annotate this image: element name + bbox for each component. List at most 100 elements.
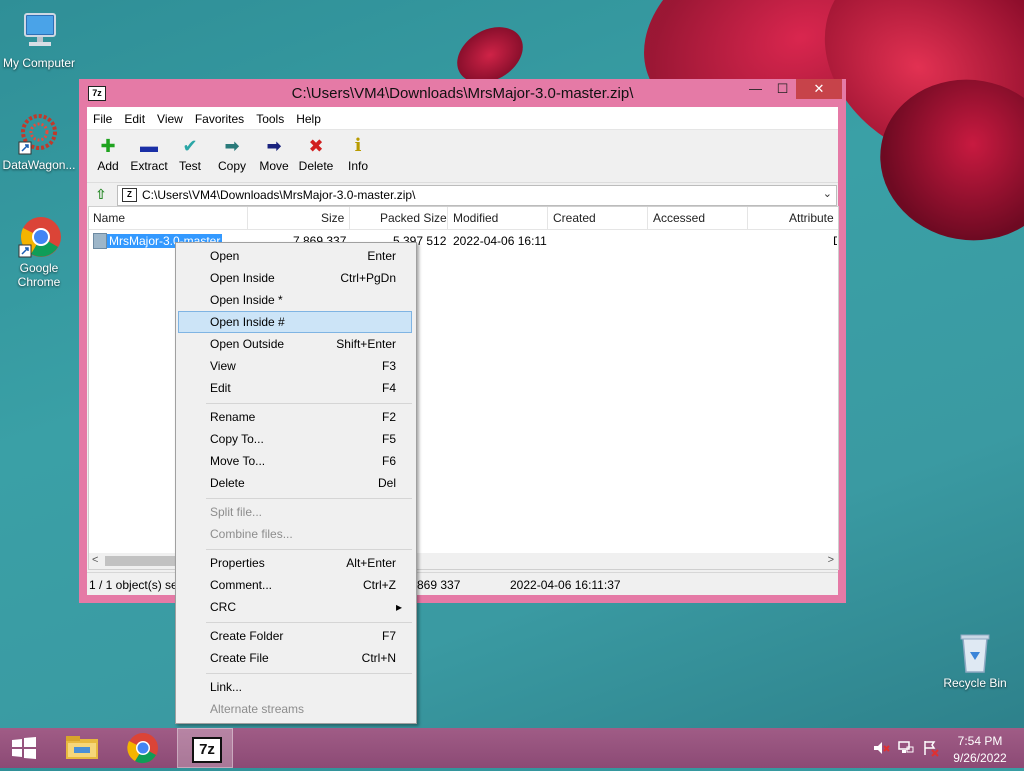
desktop-icon-label: DataWagon... <box>2 158 76 172</box>
desktop-icon-google-chrome[interactable]: Google Chrome <box>1 215 77 289</box>
move-button[interactable]: ➡ Move <box>253 136 295 173</box>
desktop-icon-datawagon[interactable]: DataWagon... <box>1 112 77 172</box>
menu-separator <box>206 549 412 550</box>
up-folder-icon[interactable]: ⇧ <box>93 186 109 202</box>
menu-file[interactable]: File <box>87 107 118 128</box>
desktop-icon-label: Recycle Bin <box>943 676 1007 690</box>
close-button[interactable]: ✕ <box>796 79 842 99</box>
7zip-icon: 7z <box>192 737 222 763</box>
menu-tools[interactable]: Tools <box>250 107 290 128</box>
chevron-right-icon: ▸ <box>395 600 402 614</box>
menu-item-move-to[interactable]: Move To... F6 <box>178 450 412 472</box>
menu-item-properties[interactable]: Properties Alt+Enter <box>178 552 412 574</box>
menu-separator <box>206 498 412 499</box>
add-icon: ✚ <box>100 136 116 156</box>
delete-icon: ✖ <box>308 136 324 156</box>
scroll-right-icon[interactable]: > <box>828 554 834 566</box>
clock-time: 7:54 PM <box>957 734 1003 748</box>
menu-item-view[interactable]: View F3 <box>178 355 412 377</box>
desktop-icon-my-computer[interactable]: My Computer <box>1 10 77 70</box>
menu-view[interactable]: View <box>151 107 189 128</box>
context-menu: Open Enter Open Inside Ctrl+PgDn Open Insi… <box>175 242 417 724</box>
extract-button[interactable]: ▬ Extract <box>128 136 170 173</box>
copy-button[interactable]: ➡ Copy <box>211 136 253 173</box>
menu-item-open-inside-star[interactable]: Open Inside * <box>178 289 412 311</box>
address-field[interactable]: Z C:\Users\VM4\Downloads\MrsMajor-3.0-ma… <box>117 185 837 206</box>
taskbar-file-explorer[interactable] <box>54 728 110 768</box>
delete-button[interactable]: ✖ Delete <box>295 136 337 173</box>
menu-item-crc[interactable]: CRC ▸ <box>178 596 412 618</box>
menu-item-alternate-streams: Alternate streams <box>210 702 305 716</box>
folder-icon <box>93 233 107 249</box>
add-button[interactable]: ✚ Add <box>87 136 129 173</box>
test-icon: ✔ <box>182 136 198 156</box>
maximize-button[interactable]: ☐ <box>769 79 796 99</box>
window-title: C:\Users\VM4\Downloads\MrsMajor-3.0-mast… <box>291 85 634 102</box>
menu-item-link[interactable]: Link... <box>178 676 412 698</box>
menu-item-rename[interactable]: Rename F2 <box>178 406 412 428</box>
menu-item-delete[interactable]: Delete Del <box>178 472 412 494</box>
desktop-icon-recycle-bin[interactable]: Recycle Bin <box>937 630 1013 690</box>
menu-separator <box>206 673 412 674</box>
menu-bar: File Edit View Favorites Tools Help <box>87 107 838 130</box>
copy-icon: ➡ <box>224 136 240 156</box>
chevron-down-icon[interactable]: ⌄ <box>823 187 832 200</box>
row-modified: 2022-04-06 16:11 <box>453 234 547 248</box>
taskbar-google-chrome[interactable] <box>115 728 171 768</box>
menu-item-edit[interactable]: Edit F4 <box>178 377 412 399</box>
datawagon-icon <box>17 112 61 156</box>
menu-item-open-inside[interactable]: Open Inside Ctrl+PgDn <box>178 267 412 289</box>
menu-item-copy-to[interactable]: Copy To... F5 <box>178 428 412 450</box>
col-size[interactable]: Size <box>321 211 344 225</box>
info-icon: i <box>354 135 362 156</box>
menu-help[interactable]: Help <box>290 107 327 128</box>
row-attr: D <box>833 234 837 248</box>
address-value: C:\Users\VM4\Downloads\MrsMajor-3.0-mast… <box>142 188 416 202</box>
menu-item-create-folder[interactable]: Create Folder F7 <box>178 625 412 647</box>
menu-item-combine-files: Combine files... <box>210 527 293 541</box>
network-icon[interactable] <box>897 739 915 760</box>
volume-muted-icon[interactable] <box>872 739 890 760</box>
extract-icon: ▬ <box>140 136 158 156</box>
scroll-thumb[interactable] <box>105 556 175 566</box>
copy-label: Copy <box>217 159 246 173</box>
menu-separator <box>206 403 412 404</box>
col-name[interactable]: Name <box>93 211 125 225</box>
move-label: Move <box>259 159 289 173</box>
title-bar[interactable]: 7z C:\Users\VM4\Downloads\MrsMajor-3.0-m… <box>79 79 846 106</box>
toolbar: ✚ Add ▬ Extract ✔ Test ➡ Copy ➡ Move ✖ D… <box>87 130 838 182</box>
add-label: Add <box>97 159 119 173</box>
chrome-icon <box>127 733 158 764</box>
action-center-icon[interactable] <box>922 739 940 760</box>
test-button[interactable]: ✔ Test <box>169 136 211 173</box>
col-attribute[interactable]: Attribute <box>789 211 834 225</box>
col-modified[interactable]: Modified <box>453 211 498 225</box>
info-button[interactable]: i Info <box>337 135 379 174</box>
address-bar: ⇧ Z C:\Users\VM4\Downloads\MrsMajor-3.0-… <box>87 182 838 207</box>
zip-icon: Z <box>122 188 137 202</box>
desktop-icon-label: My Computer <box>2 56 76 70</box>
menu-item-open[interactable]: Open Enter <box>178 245 412 267</box>
test-label: Test <box>178 159 201 173</box>
minimize-button[interactable]: — <box>742 79 769 99</box>
menu-item-create-file[interactable]: Create File Ctrl+N <box>178 647 412 669</box>
menu-item-open-inside-hash[interactable]: Open Inside # <box>178 311 412 333</box>
taskbar: 7z 7:54 PM 9/26/2022 <box>0 728 1024 768</box>
clock-date: 9/26/2022 <box>953 751 1007 765</box>
col-accessed[interactable]: Accessed <box>653 211 705 225</box>
col-created[interactable]: Created <box>553 211 596 225</box>
status-size: 869 337 <box>417 578 461 592</box>
menu-edit[interactable]: Edit <box>118 107 151 128</box>
scroll-left-icon[interactable]: < <box>92 554 98 566</box>
windows-logo-icon <box>12 737 36 759</box>
start-button[interactable] <box>0 728 48 768</box>
computer-icon <box>17 10 61 54</box>
clock[interactable]: 7:54 PM 9/26/2022 <box>948 734 1012 765</box>
menu-favorites[interactable]: Favorites <box>189 107 250 128</box>
taskbar-7zip[interactable]: 7z <box>177 728 233 768</box>
menu-item-open-outside[interactable]: Open Outside Shift+Enter <box>178 333 412 355</box>
menu-item-split-file: Split file... <box>210 505 263 519</box>
menu-item-comment[interactable]: Comment... Ctrl+Z <box>178 574 412 596</box>
list-header: Name Size Packed Size Modified Created A… <box>89 207 838 230</box>
col-packed-size[interactable]: Packed Size <box>380 211 447 225</box>
